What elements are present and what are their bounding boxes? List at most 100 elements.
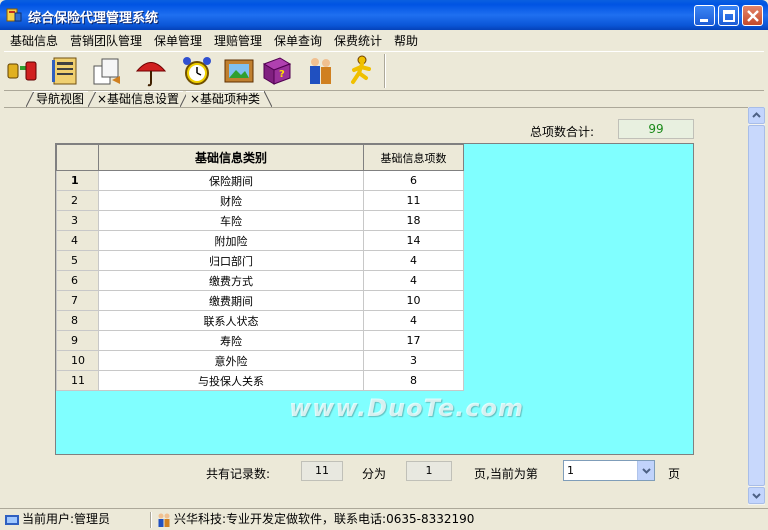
row-index-cell[interactable]: 1 [56,170,99,191]
tab-navigation-view[interactable]: 导航视图 [32,91,89,107]
close-button[interactable] [742,5,763,26]
table-row[interactable]: 9 寿险 17 [56,330,464,351]
user-switch-button[interactable] [6,54,40,88]
count-cell[interactable]: 14 [363,230,464,251]
row-index-cell[interactable]: 8 [56,310,99,331]
table-row[interactable]: 11 与投保人关系 8 [56,370,464,391]
row-index-cell[interactable]: 9 [56,330,99,351]
menu-basic-info[interactable]: 基础信息 [10,32,58,49]
scroll-down-button[interactable] [748,487,765,504]
count-cell[interactable]: 8 [363,370,464,391]
row-index-cell[interactable]: 5 [56,250,99,271]
count-cell[interactable]: 4 [363,310,464,331]
page-count-field: 1 [406,461,452,481]
users-button[interactable] [304,54,338,88]
arrow-down-icon [752,493,761,499]
status-bar: 当前用户:管理员 兴华科技:专业开发定做软件，联系电话:0635-8332190 [0,508,768,530]
row-index-cell[interactable]: 6 [56,270,99,291]
menu-claims-management[interactable]: 理赔管理 [214,32,262,49]
user-switch-icon [7,61,37,81]
count-cell[interactable]: 10 [363,290,464,311]
category-cell[interactable]: 意外险 [98,350,364,371]
category-cell[interactable]: 附加险 [98,230,364,251]
table-row[interactable]: 10 意外险 3 [56,350,464,371]
running-man-button[interactable] [344,54,378,88]
table-row[interactable]: 6 缴费方式 4 [56,270,464,291]
count-cell[interactable]: 18 [363,210,464,231]
menu-premium-stats[interactable]: 保费统计 [334,32,382,49]
contacts-button[interactable] [48,54,82,88]
split-label: 分为 [362,467,387,481]
toolbar: ? [4,51,764,91]
page-select[interactable]: 1 [563,460,655,481]
table-row[interactable]: 2 财险 11 [56,190,464,211]
files-button[interactable] [90,54,124,88]
row-index-cell[interactable]: 7 [56,290,99,311]
tab-edge [264,91,272,107]
column-header-category[interactable]: 基础信息类别 [98,144,364,171]
tab-basic-info-settings[interactable]: ×基础信息设置 [93,91,184,107]
scroll-up-button[interactable] [748,107,765,124]
maximize-button[interactable] [718,5,739,26]
menu-policy-management[interactable]: 保单管理 [154,32,202,49]
minimize-button[interactable] [694,5,715,26]
count-cell[interactable]: 4 [363,270,464,291]
umbrella-button[interactable] [134,54,168,88]
help-book-button[interactable]: ? [260,54,294,88]
tab-strip: 导航视图 ×基础信息设置 ×基础项种类 [4,91,764,107]
category-cell[interactable]: 与投保人关系 [98,370,364,391]
row-index-cell[interactable]: 3 [56,210,99,231]
count-cell[interactable]: 4 [363,250,464,271]
menu-policy-query[interactable]: 保单查询 [274,32,322,49]
category-cell[interactable]: 缴费期间 [98,290,364,311]
vertical-scrollbar[interactable] [748,107,765,505]
alarm-clock-icon [183,57,211,85]
category-cell[interactable]: 保险期间 [98,170,364,191]
files-icon [93,58,120,85]
watermark-text: www.DuoTe.com [289,394,524,422]
user-status-icon [5,515,19,525]
count-cell[interactable]: 11 [363,190,464,211]
category-cell[interactable]: 车险 [98,210,364,231]
grid-corner-header [56,144,99,171]
total-items-field: 99 [618,119,694,139]
status-separator [150,512,152,528]
category-cell[interactable]: 财险 [98,190,364,211]
arrow-up-icon [752,112,761,118]
category-cell[interactable]: 缴费方式 [98,270,364,291]
picture-button[interactable] [222,54,256,88]
menu-marketing-team[interactable]: 营销团队管理 [70,32,142,49]
alarm-clock-button[interactable] [180,54,214,88]
table-row[interactable]: 5 归口部门 4 [56,250,464,271]
menu-bar: 基础信息 营销团队管理 保单管理 理赔管理 保单查询 保费统计 帮助 [4,30,764,50]
running-man-icon [351,55,371,84]
table-row[interactable]: 8 联系人状态 4 [56,310,464,331]
row-index-cell[interactable]: 2 [56,190,99,211]
title-bar: 综合保险代理管理系统 [0,0,768,30]
column-header-count[interactable]: 基础信息项数 [363,144,464,171]
row-index-cell[interactable]: 10 [56,350,99,371]
category-cell[interactable]: 寿险 [98,330,364,351]
current-page-label: 页,当前为第 [474,467,538,481]
category-cell[interactable]: 归口部门 [98,250,364,271]
scroll-thumb[interactable] [748,125,765,486]
grid-table: 基础信息类别 基础信息项数 1 保险期间 6 2 财险 11 3 车险 18 4 附加险 14 5 归口部… [56,144,464,391]
close-icon [747,10,759,22]
category-cell[interactable]: 联系人状态 [98,310,364,331]
count-cell[interactable]: 3 [363,350,464,371]
row-index-cell[interactable]: 11 [56,370,99,391]
table-row[interactable]: 7 缴费期间 10 [56,290,464,311]
row-index-cell[interactable]: 4 [56,230,99,251]
svg-text:?: ? [279,69,285,80]
table-row[interactable]: 1 保险期间 6 [56,170,464,191]
data-grid: 基础信息类别 基础信息项数 1 保险期间 6 2 财险 11 3 车险 18 4 附加险 14 5 归口部… [55,143,694,455]
page-select-dropdown-button[interactable] [637,461,654,480]
count-cell[interactable]: 17 [363,330,464,351]
table-row[interactable]: 4 附加险 14 [56,230,464,251]
table-row[interactable]: 3 车险 18 [56,210,464,231]
count-cell[interactable]: 6 [363,170,464,191]
page-select-value: 1 [567,464,574,477]
tab-basic-item-types[interactable]: ×基础项种类 [186,91,265,107]
umbrella-icon [135,62,167,87]
menu-help[interactable]: 帮助 [394,32,418,49]
